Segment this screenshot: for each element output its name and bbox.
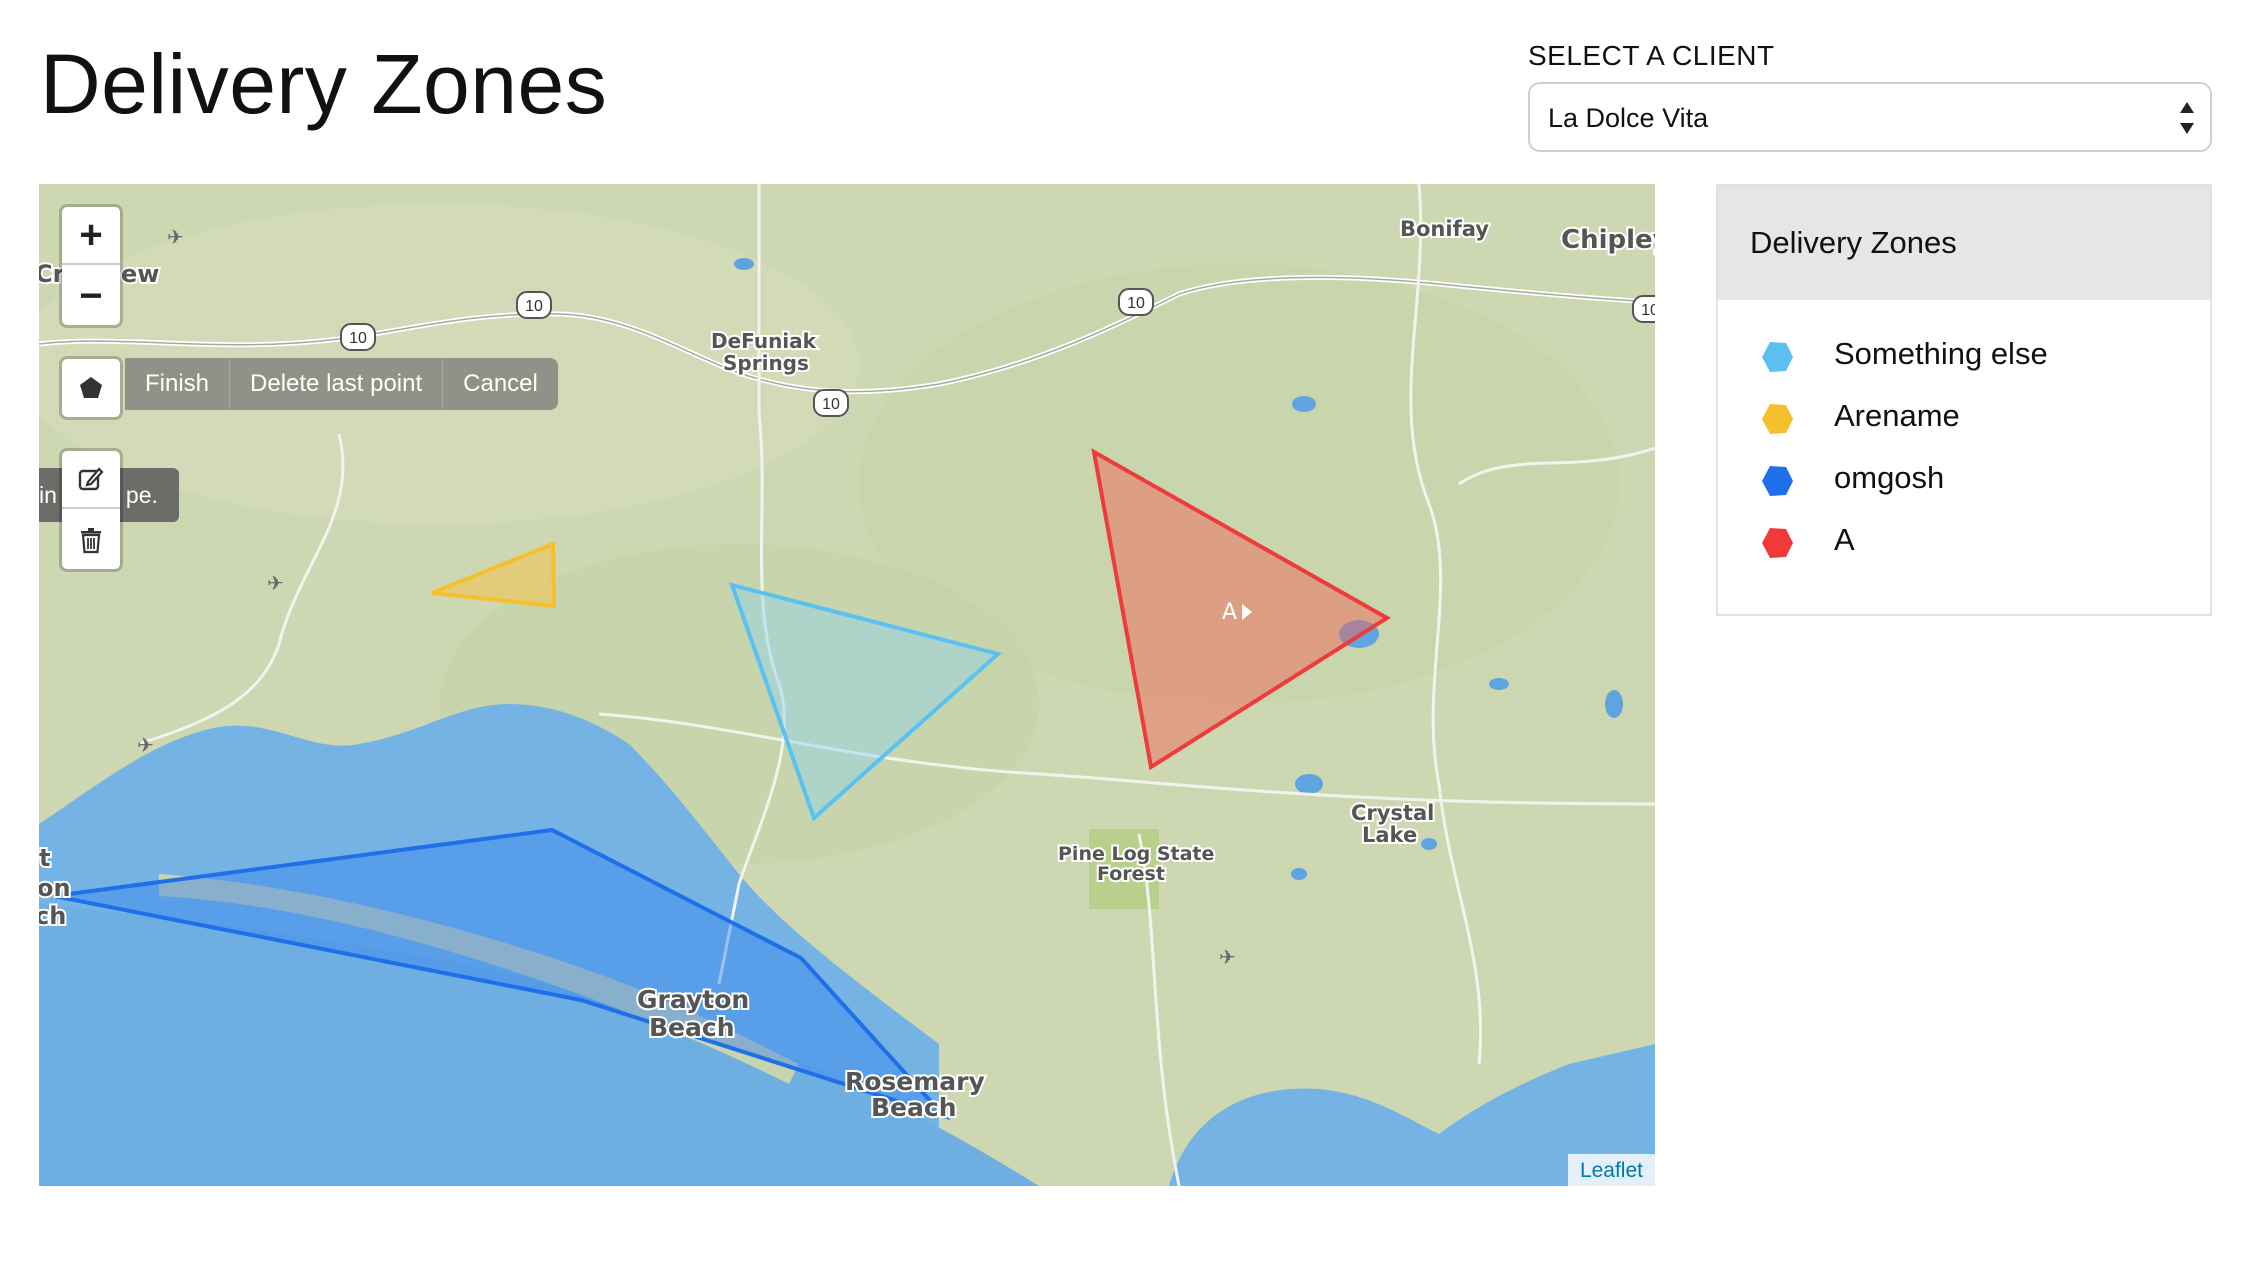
select-arrows-icon <box>2180 100 2196 136</box>
zone-name: A <box>1834 522 1855 557</box>
delete-layers-button[interactable] <box>62 511 120 569</box>
lake <box>1489 678 1509 690</box>
tooltip-fragment: in <box>39 482 57 508</box>
place-label-grayton: Grayton <box>637 985 749 1014</box>
polygon-swatch-icon <box>1762 528 1793 558</box>
zone-name: Arename <box>1834 398 1960 433</box>
delivery-zones-panel: Delivery Zones Something else Arename om… <box>1716 184 2212 616</box>
place-label-edge-fragment: on <box>39 874 71 902</box>
airport-icon: ✈ <box>267 571 284 595</box>
zoom-control: + − <box>59 204 123 328</box>
pentagon-icon <box>80 377 102 398</box>
place-label-defuniak: DeFuniak <box>711 329 817 353</box>
zone-list: Something else Arename omgosh A <box>1718 300 2210 572</box>
zone-a-marker-label: A <box>1222 600 1237 625</box>
map-attribution: Leaflet <box>1567 1154 1655 1186</box>
polygon-swatch-icon <box>1762 342 1793 372</box>
zoom-in-button[interactable]: + <box>62 207 120 265</box>
edit-layers-control <box>59 448 123 572</box>
place-label-rosemary: Rosemary <box>845 1067 985 1096</box>
polygon-swatch-icon <box>1762 404 1793 434</box>
page-title: Delivery Zones <box>40 37 608 131</box>
lake <box>1605 690 1623 718</box>
place-label-springs: Springs <box>723 351 809 375</box>
lake <box>734 258 754 270</box>
zone-list-item[interactable]: Something else <box>1718 324 2210 386</box>
client-select-label: SELECT A CLIENT <box>1528 40 1775 71</box>
delete-last-point-button[interactable]: Delete last point <box>229 358 442 410</box>
place-label-pine-log: Pine Log State <box>1058 843 1214 865</box>
zone-list-item[interactable]: Arename <box>1718 386 2210 448</box>
zone-name: Something else <box>1834 336 2048 371</box>
zone-list-item[interactable]: omgosh <box>1718 448 2210 510</box>
zone-list-item[interactable]: A <box>1718 510 2210 572</box>
shield-number: 10 <box>1641 302 1655 319</box>
map-tiles: 10 10 10 10 10 ✈ ✈ ✈ ✈ Bonifay Chipley D… <box>39 184 1655 1186</box>
shield-number: 10 <box>1127 295 1145 312</box>
place-label-lake: Lake <box>1362 823 1417 847</box>
client-select[interactable]: La Dolce Vita <box>1528 82 2212 152</box>
shield-number: 10 <box>525 298 543 315</box>
draw-polygon-button[interactable] <box>62 359 120 417</box>
place-label-grayton-beach: Beach <box>649 1013 735 1042</box>
finish-button[interactable]: Finish <box>125 358 229 410</box>
airport-icon: ✈ <box>1219 945 1236 969</box>
place-label-crystal: Crystal <box>1351 801 1434 825</box>
leaflet-link[interactable]: Leaflet <box>1580 1159 1643 1182</box>
edit-layers-button[interactable] <box>62 451 120 509</box>
lake <box>1292 396 1316 412</box>
trash-icon <box>81 528 101 554</box>
airport-icon: ✈ <box>137 733 154 757</box>
polygon-swatch-icon <box>1762 466 1793 496</box>
place-label-rosemary-beach: Beach <box>871 1093 957 1122</box>
place-label-crestview-fragment: ew <box>121 260 159 288</box>
client-select-value: La Dolce Vita <box>1548 103 1709 133</box>
zoom-out-button[interactable]: − <box>62 267 120 325</box>
place-label-chipley: Chipley <box>1561 225 1655 255</box>
place-label-forest: Forest <box>1097 863 1165 885</box>
draw-actions-toolbar: Finish Delete last point Cancel <box>125 358 558 410</box>
shield-number: 10 <box>822 396 840 413</box>
shield-number: 10 <box>349 330 367 347</box>
place-label-edge-fragment: t <box>39 844 50 872</box>
airport-icon: ✈ <box>167 225 184 249</box>
lake <box>1291 868 1307 880</box>
cancel-button[interactable]: Cancel <box>442 358 558 410</box>
lake <box>1295 774 1323 794</box>
draw-polygon-control <box>59 356 123 420</box>
place-label-edge-fragment: ch <box>39 902 66 930</box>
lake <box>1421 838 1437 850</box>
tooltip-fragment: pe. <box>125 482 158 508</box>
panel-title: Delivery Zones <box>1718 186 2210 300</box>
edit-icon <box>78 467 104 491</box>
zone-name: omgosh <box>1834 460 1945 495</box>
place-label-bonifay: Bonifay <box>1400 217 1489 241</box>
delivery-map[interactable]: 10 10 10 10 10 ✈ ✈ ✈ ✈ Bonifay Chipley D… <box>39 184 1655 1186</box>
